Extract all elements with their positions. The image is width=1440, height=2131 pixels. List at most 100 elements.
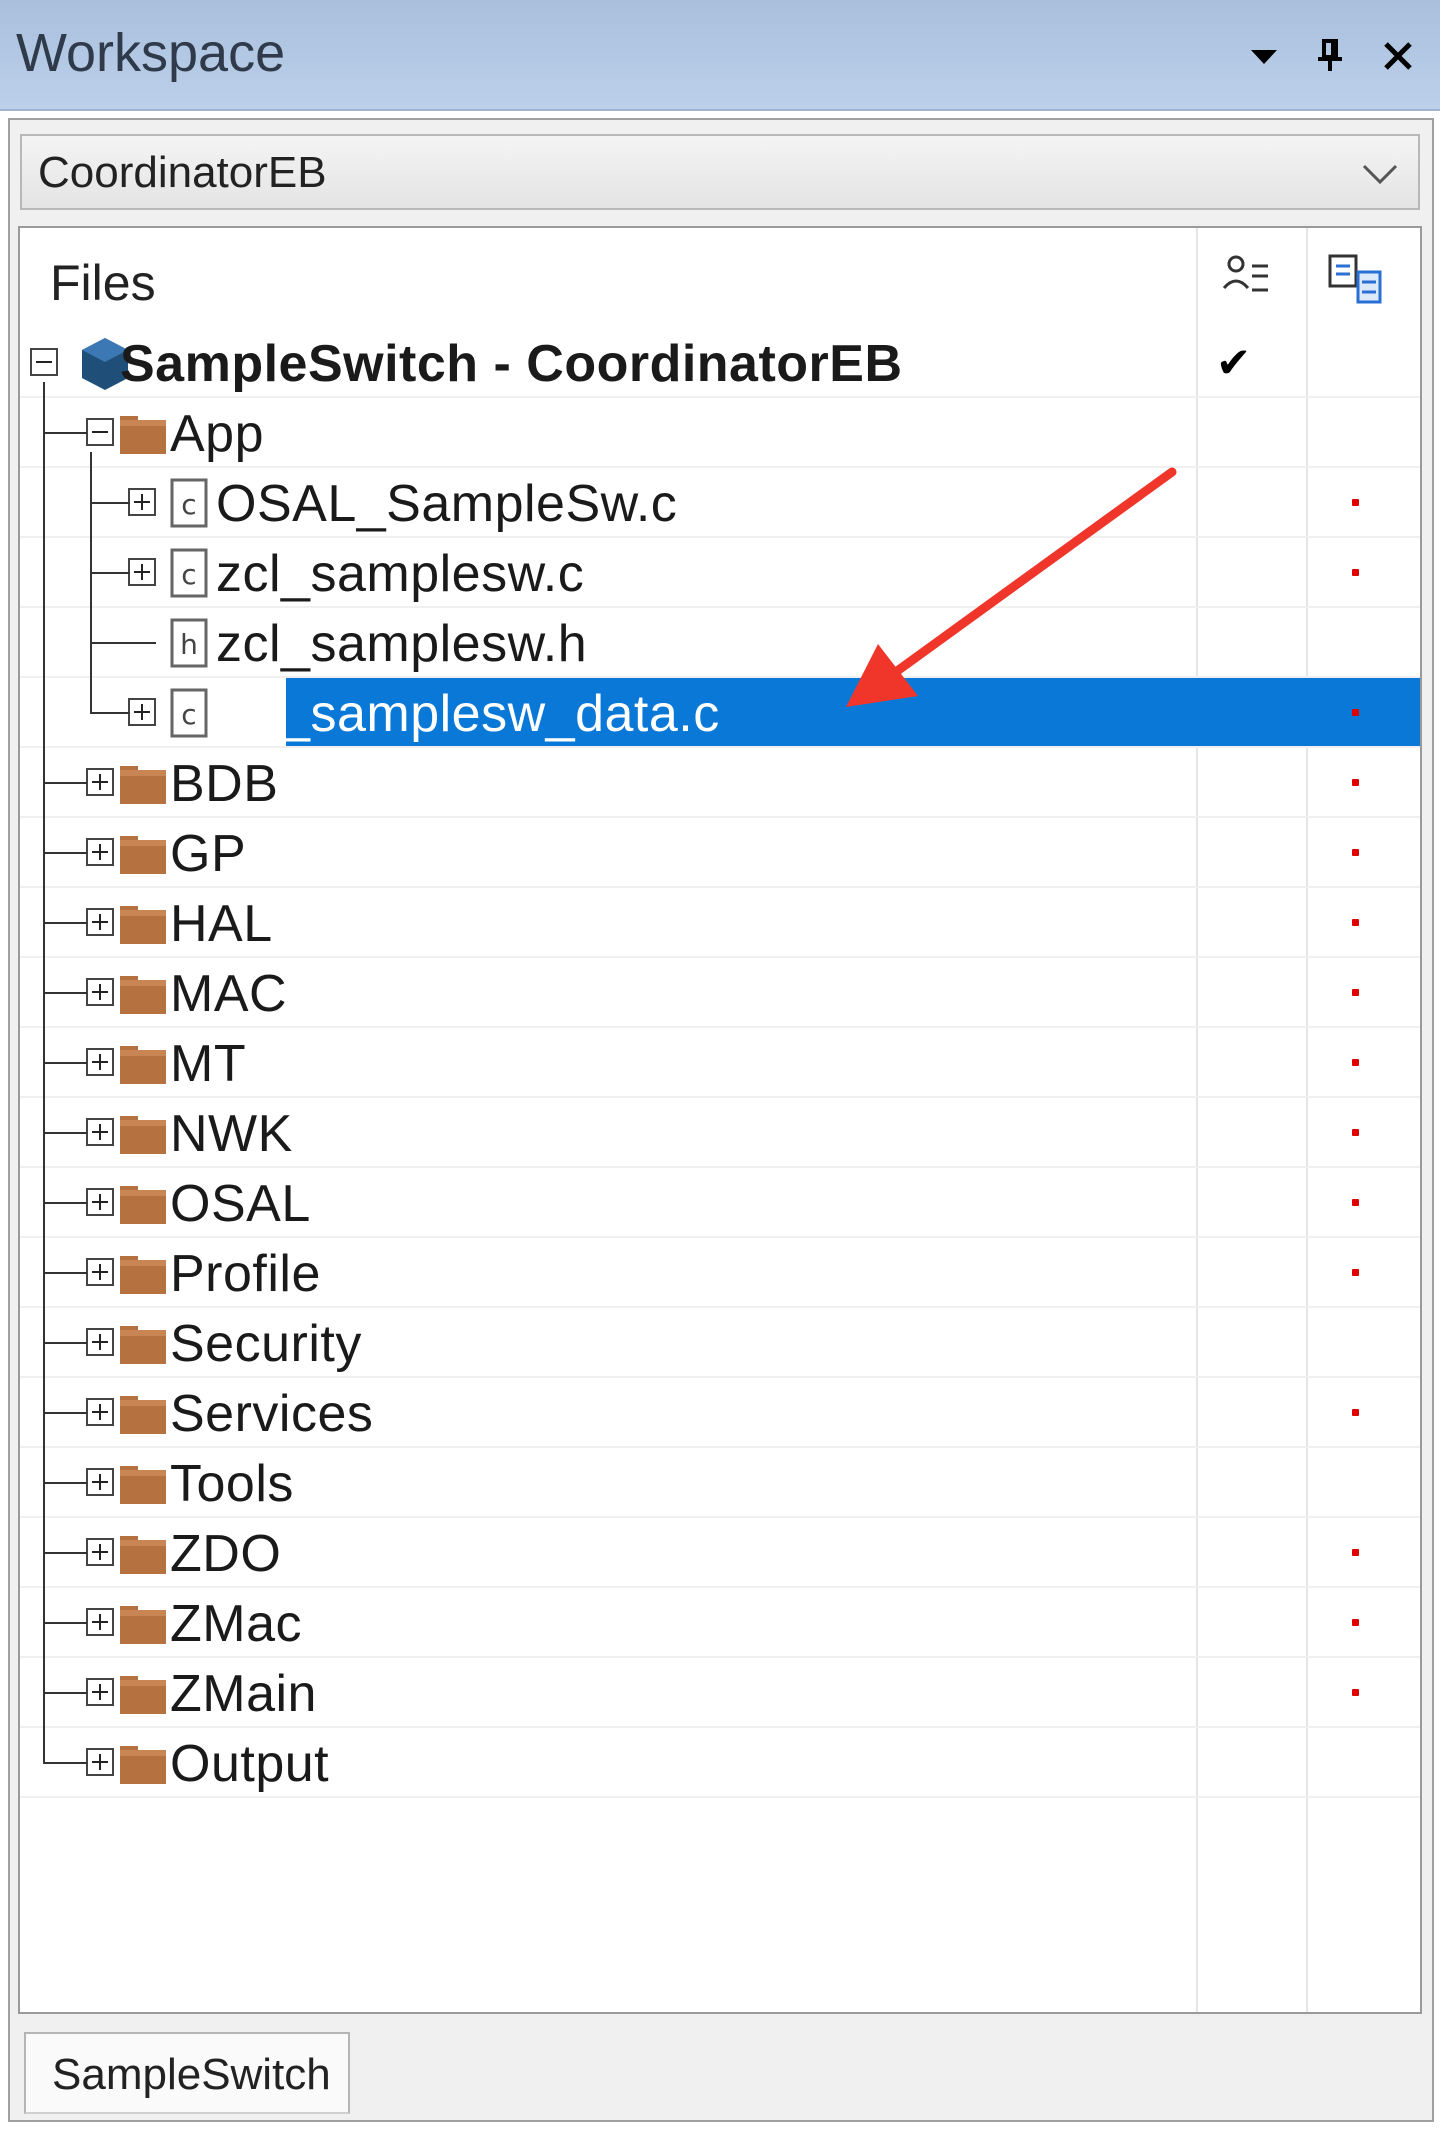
tree-row[interactable]: OSAL (20, 1168, 1420, 1238)
folder-icon (120, 1326, 166, 1364)
modified-indicator-icon (1352, 1059, 1359, 1066)
pin-button[interactable] (1302, 28, 1358, 84)
tree-row[interactable]: MT (20, 1028, 1420, 1098)
close-button[interactable] (1370, 28, 1426, 84)
modified-indicator-icon (1352, 919, 1359, 926)
tree-row[interactable]: Profile (20, 1238, 1420, 1308)
tree-connector (43, 382, 45, 1762)
tree-row[interactable]: ZMac (20, 1588, 1420, 1658)
collapse-icon[interactable] (30, 348, 58, 376)
tree-connector (90, 452, 92, 712)
tree-row[interactable]: SampleSwitch - CoordinatorEB ✔ (20, 328, 1420, 398)
tree-item-label: zcl_samplesw_data.c (216, 685, 720, 743)
tree-item-label: SampleSwitch - CoordinatorEB (120, 335, 903, 393)
expand-icon[interactable] (128, 558, 156, 586)
tree-row[interactable]: App (20, 398, 1420, 468)
workspace-titlebar: Workspace (0, 0, 1440, 111)
folder-icon (120, 1466, 166, 1504)
tree-item-label: OSAL_SampleSw.c (216, 475, 678, 533)
expand-icon[interactable] (86, 1398, 114, 1426)
c-file-icon: c (170, 688, 208, 738)
tree-row[interactable]: ZDO (20, 1518, 1420, 1588)
expand-icon[interactable] (128, 488, 156, 516)
tab-label: SampleSwitch (52, 2050, 331, 2099)
pin-icon (1318, 39, 1342, 71)
tree-row[interactable]: NWK (20, 1098, 1420, 1168)
tree-connector (43, 1622, 87, 1624)
collapse-icon[interactable] (86, 418, 114, 446)
tree-connector (43, 1412, 87, 1414)
expand-icon[interactable] (86, 1188, 114, 1216)
tree-row[interactable]: BDB (20, 748, 1420, 818)
expand-icon[interactable] (86, 908, 114, 936)
folder-icon (120, 836, 166, 874)
expand-icon[interactable] (86, 1748, 114, 1776)
tree-connector (90, 642, 156, 644)
tree-item-label: App (170, 405, 265, 463)
tree-connector (90, 502, 130, 504)
tree-row[interactable]: Output (20, 1728, 1420, 1798)
tree-row[interactable]: c OSAL_SampleSw.c (20, 468, 1420, 538)
tree-connector (43, 1762, 87, 1764)
folder-icon (120, 1746, 166, 1784)
folder-icon (120, 906, 166, 944)
folder-icon (120, 1256, 166, 1294)
tree-item-label: zcl_samplesw.c (216, 545, 585, 603)
expand-icon[interactable] (86, 1608, 114, 1636)
expand-icon[interactable] (86, 1678, 114, 1706)
expand-icon[interactable] (86, 1118, 114, 1146)
tree-row[interactable]: Tools (20, 1448, 1420, 1518)
folder-icon (120, 1186, 166, 1224)
c-file-icon: c (170, 478, 208, 528)
chevron-down-icon (1362, 164, 1398, 185)
tree-row[interactable]: HAL (20, 888, 1420, 958)
tree-connector (43, 852, 87, 854)
column-build-icon[interactable] (1324, 248, 1388, 312)
folder-icon (120, 1116, 166, 1154)
column-options-icon[interactable] (1216, 248, 1280, 312)
tree-item-label: Tools (170, 1455, 294, 1513)
files-column-header[interactable]: Files (50, 254, 156, 312)
expand-icon[interactable] (86, 1328, 114, 1356)
tree-row[interactable]: Security (20, 1308, 1420, 1378)
expand-icon[interactable] (86, 1048, 114, 1076)
modified-indicator-icon (1352, 1129, 1359, 1136)
expand-icon[interactable] (86, 978, 114, 1006)
tree-row[interactable]: Services (20, 1378, 1420, 1448)
folder-icon (120, 1676, 166, 1714)
expand-icon[interactable] (86, 768, 114, 796)
window-menu-button[interactable] (1236, 28, 1292, 84)
expand-icon[interactable] (86, 1538, 114, 1566)
close-icon (1384, 42, 1412, 70)
svg-text:c: c (181, 558, 196, 591)
expand-icon[interactable] (86, 1468, 114, 1496)
tree-item-label: NWK (170, 1105, 293, 1163)
tree-row[interactable]: c zcl_samplesw.c (20, 538, 1420, 608)
file-tree-panel[interactable]: Files SampleSwitch - CoordinatorEB ✔ App c O… (18, 226, 1422, 2014)
tree-connector (43, 992, 87, 994)
tree-item-label: OSAL (170, 1175, 311, 1233)
tree-item-label: MT (170, 1035, 247, 1093)
tree-row[interactable]: c zcl_samplesw_data.c (20, 678, 1420, 748)
modified-indicator-icon (1352, 709, 1359, 716)
expand-icon[interactable] (86, 838, 114, 866)
configuration-select[interactable]: CoordinatorEB (20, 134, 1420, 210)
tree-item-label: ZDO (170, 1525, 282, 1583)
tree-item-label: Services (170, 1385, 374, 1443)
tree-item-label: Profile (170, 1245, 321, 1303)
tree-row[interactable]: h zcl_samplesw.h (20, 608, 1420, 678)
tree-item-label: HAL (170, 895, 273, 953)
tree-connector (43, 922, 87, 924)
folder-icon (120, 1606, 166, 1644)
expand-icon[interactable] (128, 698, 156, 726)
expand-icon[interactable] (86, 1258, 114, 1286)
tree-row[interactable]: GP (20, 818, 1420, 888)
tree-connector (90, 712, 130, 714)
tree-row[interactable]: ZMain (20, 1658, 1420, 1728)
svg-text:c: c (181, 698, 196, 731)
window-title: Workspace (16, 23, 286, 83)
tab-sampleswitch[interactable]: SampleSwitch (24, 2032, 350, 2114)
modified-indicator-icon (1352, 1269, 1359, 1276)
tree-row[interactable]: MAC (20, 958, 1420, 1028)
tree-connector (43, 782, 87, 784)
